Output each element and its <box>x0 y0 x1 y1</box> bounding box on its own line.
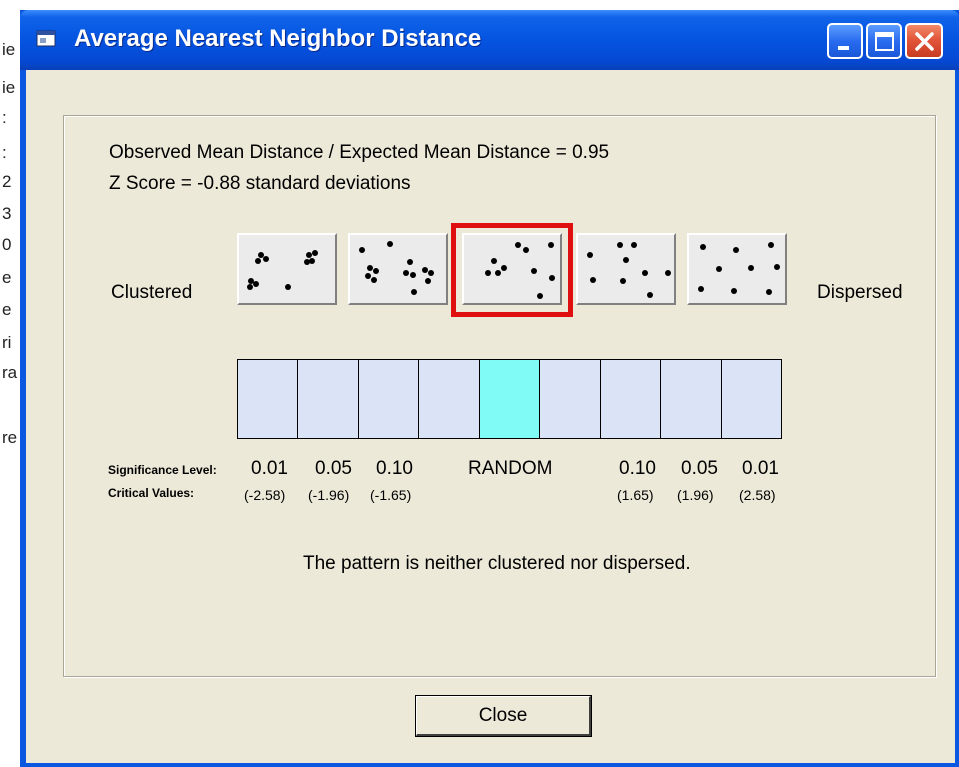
scale-cell <box>600 360 662 438</box>
result-text: The pattern is neither clustered nor dis… <box>303 553 691 574</box>
background-text: : <box>2 108 7 127</box>
minimize-button[interactable] <box>827 23 863 59</box>
level-value: 0.05 <box>681 458 718 479</box>
background-text: ie <box>2 78 16 97</box>
significance-level-label: Significance Level: <box>108 463 217 477</box>
level-value: 0.01 <box>251 458 288 479</box>
critical-value: (2.58) <box>739 487 776 503</box>
pattern-clustered <box>237 233 337 305</box>
maximize-button[interactable] <box>866 23 902 59</box>
scale-cell <box>238 360 299 438</box>
close-window-button[interactable] <box>905 23 943 59</box>
critical-values-label: Critical Values: <box>108 486 195 500</box>
dialog-window: Average Nearest Neighbor Distance Observ… <box>20 10 959 767</box>
level-random: RANDOM <box>468 458 553 479</box>
pattern-somewhat-clustered <box>348 233 448 305</box>
somewhat-clustered-pattern-icon <box>359 241 434 295</box>
dialog-body: Observed Mean Distance / Expected Mean D… <box>26 70 955 763</box>
ratio-text: Observed Mean Distance / Expected Mean D… <box>109 142 610 163</box>
close-button[interactable]: Close <box>415 695 592 737</box>
clustered-label: Clustered <box>111 282 193 303</box>
background-text: re <box>2 428 18 447</box>
background-text: e <box>2 268 12 287</box>
critical-value: (1.65) <box>617 487 654 503</box>
scale-cell <box>540 360 601 438</box>
background-text: ri <box>2 333 12 352</box>
clustered-pattern-icon <box>247 250 318 290</box>
scale-cell <box>419 360 480 438</box>
dispersed-label: Dispersed <box>817 282 903 303</box>
level-value: 0.01 <box>742 458 779 479</box>
background-window: ie ie : : 2 3 0 e e ri ra re <box>0 0 20 767</box>
level-value: 0.10 <box>619 458 656 479</box>
level-value: 0.10 <box>376 458 413 479</box>
level-value: 0.05 <box>315 458 352 479</box>
minimize-icon <box>838 46 849 50</box>
selected-pattern-highlight <box>451 223 573 317</box>
window-title: Average Nearest Neighbor Distance <box>74 25 482 52</box>
dispersed-pattern-icon <box>698 242 780 295</box>
background-text: e <box>2 300 12 319</box>
critical-value: (-1.65) <box>370 487 412 503</box>
zscore-text: Z Score = -0.88 standard deviations <box>109 173 411 194</box>
scale-cell <box>298 360 359 438</box>
background-text: ie <box>2 40 16 59</box>
scale-cell <box>358 360 420 438</box>
background-text: 0 <box>2 235 12 254</box>
critical-value: (1.96) <box>677 487 714 503</box>
scale-cell <box>721 360 781 438</box>
scale-cell-active <box>479 360 541 438</box>
critical-value: (-2.58) <box>244 487 286 503</box>
pattern-somewhat-dispersed <box>576 233 676 305</box>
background-text: 3 <box>2 204 12 223</box>
significance-scale <box>237 359 782 439</box>
title-bar[interactable]: Average Nearest Neighbor Distance <box>20 10 959 70</box>
somewhat-dispersed-pattern-icon <box>587 242 671 298</box>
maximize-icon <box>875 32 894 51</box>
background-text: : <box>2 143 7 162</box>
background-text: 2 <box>2 172 12 191</box>
critical-value: (-1.96) <box>308 487 350 503</box>
scale-cell <box>661 360 722 438</box>
background-text: ra <box>2 363 18 382</box>
close-icon <box>915 32 934 51</box>
app-icon <box>36 30 56 47</box>
pattern-dispersed <box>687 233 787 305</box>
